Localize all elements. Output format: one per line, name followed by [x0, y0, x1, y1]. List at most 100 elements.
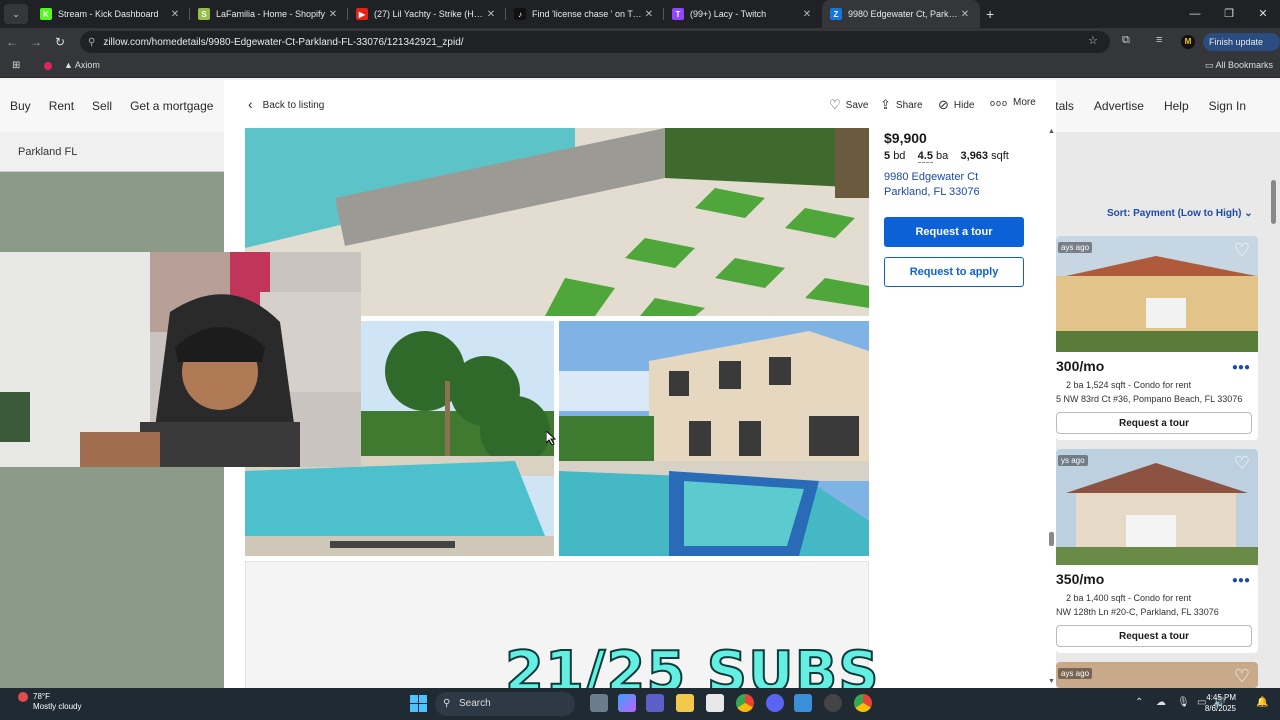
share-button[interactable]: ⇪ Share: [880, 97, 923, 113]
listing-card[interactable]: ys ago ♡ 350/mo ●●● 2 ba 1,400 sqft - Co…: [1056, 449, 1258, 653]
tab-close-icon[interactable]: ✕: [800, 9, 814, 20]
microphone-icon[interactable]: 🎙: [1177, 697, 1190, 708]
listing-card[interactable]: ays ago ♡ 300/mo ●●● 2 ba 1,524 sqft - C…: [1056, 236, 1258, 440]
more-label: More: [1013, 97, 1036, 108]
new-tab-button[interactable]: +: [986, 6, 994, 22]
nav-mortgage[interactable]: Get a mortgage: [130, 99, 213, 113]
page-scrollbar[interactable]: [1271, 180, 1276, 224]
browser-tab[interactable]: S LaFamilia - Home - Shopify ✕: [190, 0, 348, 28]
nav-sell[interactable]: Sell: [92, 99, 112, 113]
scroll-up-icon[interactable]: ▲: [1048, 128, 1055, 135]
more-button[interactable]: ooo More: [990, 97, 1036, 108]
axiom-bookmark[interactable]: ▲ Axiom: [64, 60, 100, 70]
task-view-icon[interactable]: [590, 694, 608, 712]
weather-widget[interactable]: 78°F Mostly cloudy: [33, 692, 81, 712]
tab-close-icon[interactable]: ✕: [958, 9, 972, 20]
modal-scrollbar[interactable]: ▲ ▼: [1047, 128, 1056, 688]
discord-icon[interactable]: [766, 694, 784, 712]
location-search-input[interactable]: Parkland FL: [0, 132, 224, 172]
reload-icon[interactable]: ↻: [48, 35, 72, 49]
listing-card[interactable]: ays ago ♡: [1056, 662, 1258, 688]
browser-tab[interactable]: Z 9980 Edgewater Ct, Parkland, Fl✕: [822, 0, 980, 28]
maximize-icon[interactable]: ❐: [1212, 0, 1246, 28]
nav-help[interactable]: Help: [1164, 99, 1189, 113]
chrome-alt-icon[interactable]: [854, 694, 872, 712]
obs-icon[interactable]: [824, 694, 842, 712]
more-options-icon[interactable]: ●●●: [1232, 362, 1250, 373]
url-text: zillow.com/homedetails/9980-Edgewater-Ct…: [103, 36, 464, 48]
extensions-icon[interactable]: ⧉: [1122, 34, 1130, 47]
youtube-bookmark-icon[interactable]: [44, 62, 52, 70]
address-bar[interactable]: ⚲ zillow.com/homedetails/9980-Edgewater-…: [80, 31, 1110, 53]
browser-tab[interactable]: ▶ (27) Lil Yachty - Strike (Holster)✕: [348, 0, 506, 28]
nav-sign-in[interactable]: Sign In: [1209, 99, 1246, 113]
listing-photo[interactable]: ays ago ♡: [1056, 236, 1258, 352]
finish-update-button[interactable]: Finish update ⋮: [1203, 33, 1280, 65]
more-options-icon[interactable]: ●●●: [1232, 575, 1250, 586]
nav-rent[interactable]: Rent: [49, 99, 74, 113]
browser-tab[interactable]: K Stream - Kick Dashboard ✕: [32, 0, 190, 28]
profile-avatar[interactable]: M: [1181, 35, 1195, 49]
beds-value: 5: [884, 150, 891, 162]
close-window-icon[interactable]: ✕: [1246, 0, 1280, 28]
gallery-photo[interactable]: [559, 321, 869, 556]
tab-close-icon[interactable]: ✕: [168, 9, 182, 20]
favorite-heart-icon[interactable]: ♡: [1234, 666, 1250, 687]
sort-dropdown[interactable]: Sort: Payment (Low to High) ⌄: [1107, 208, 1253, 219]
notifications-icon[interactable]: 🔔: [1256, 697, 1268, 708]
windows-start-icon[interactable]: [410, 695, 427, 712]
tab-favicon-icon: Z: [830, 8, 842, 20]
site-info-icon[interactable]: ⚲: [88, 37, 95, 48]
back-icon[interactable]: ←: [0, 35, 24, 49]
tab-search-dropdown[interactable]: ⌄: [4, 4, 28, 24]
windows-taskbar: [0, 688, 1280, 720]
request-tour-button[interactable]: Request a tour: [1056, 412, 1252, 434]
tab-title: (99+) Lacy - Twitch: [690, 9, 767, 19]
hide-button[interactable]: ⊘ Hide: [938, 97, 974, 113]
browser-tab[interactable]: T (99+) Lacy - Twitch ✕: [664, 0, 822, 28]
property-address[interactable]: 9980 Edgewater Ct Parkland, FL 33076: [884, 170, 1044, 200]
address-line2: Parkland, FL 33076: [884, 186, 980, 198]
request-tour-button[interactable]: Request a tour: [1056, 625, 1252, 647]
minimize-icon[interactable]: —: [1178, 0, 1212, 28]
taskbar-search-box[interactable]: ⚲ Search: [435, 692, 575, 716]
bookmark-star-icon[interactable]: ☆: [1088, 34, 1098, 47]
scroll-down-icon[interactable]: ▼: [1048, 678, 1055, 685]
favorite-heart-icon[interactable]: ♡: [1234, 453, 1250, 474]
favorite-heart-icon[interactable]: ♡: [1234, 240, 1250, 261]
request-tour-button[interactable]: Request a tour: [884, 217, 1024, 247]
notepad-icon[interactable]: [794, 694, 812, 712]
back-to-listing-link[interactable]: ‹ Back to listing: [248, 96, 324, 112]
taskbar-clock[interactable]: 4:45 PM 8/6/2025: [1205, 692, 1236, 714]
apps-grid-icon[interactable]: ⊞: [12, 60, 20, 71]
request-apply-button[interactable]: Request to apply: [884, 257, 1024, 287]
tab-title: (27) Lil Yachty - Strike (Holster): [374, 9, 484, 19]
chrome-icon[interactable]: [736, 694, 754, 712]
tray-chevron-icon[interactable]: ⌃: [1135, 697, 1143, 708]
nav-advertise[interactable]: Advertise: [1094, 99, 1144, 113]
listing-address[interactable]: 5 NW 83rd Ct #36, Pompano Beach, FL 3307…: [1056, 394, 1258, 404]
nav-buy[interactable]: Buy: [10, 99, 31, 113]
forward-icon[interactable]: →: [24, 35, 48, 49]
beds-unit: bd: [893, 150, 906, 162]
reading-list-icon[interactable]: ≡: [1156, 34, 1162, 46]
listing-photo[interactable]: ys ago ♡: [1056, 449, 1258, 565]
listing-address[interactable]: NW 128th Ln #20-C, Parkland, FL 33076: [1056, 607, 1258, 617]
all-bookmarks[interactable]: ▭ All Bookmarks: [1205, 60, 1273, 71]
tab-favicon-icon: ♪: [514, 8, 526, 20]
tab-favicon-icon: S: [198, 8, 210, 20]
listing-photo[interactable]: ays ago ♡: [1056, 662, 1258, 688]
listing-age: ays ago: [1058, 668, 1093, 679]
tab-close-icon[interactable]: ✕: [326, 9, 340, 20]
teams-icon[interactable]: [646, 694, 664, 712]
copilot-icon[interactable]: [618, 694, 636, 712]
store-icon[interactable]: [706, 694, 724, 712]
file-explorer-icon[interactable]: [676, 694, 694, 712]
tray-cloud-icon[interactable]: ☁: [1156, 697, 1166, 708]
scrollbar-thumb[interactable]: [1049, 532, 1054, 546]
save-button[interactable]: ♡ Save: [829, 97, 868, 113]
browser-tab[interactable]: ♪ Find 'license chase ' on TikTok |✕: [506, 0, 664, 28]
tab-close-icon[interactable]: ✕: [642, 9, 656, 20]
tab-close-icon[interactable]: ✕: [484, 9, 498, 20]
heart-icon: ♡: [829, 97, 841, 112]
